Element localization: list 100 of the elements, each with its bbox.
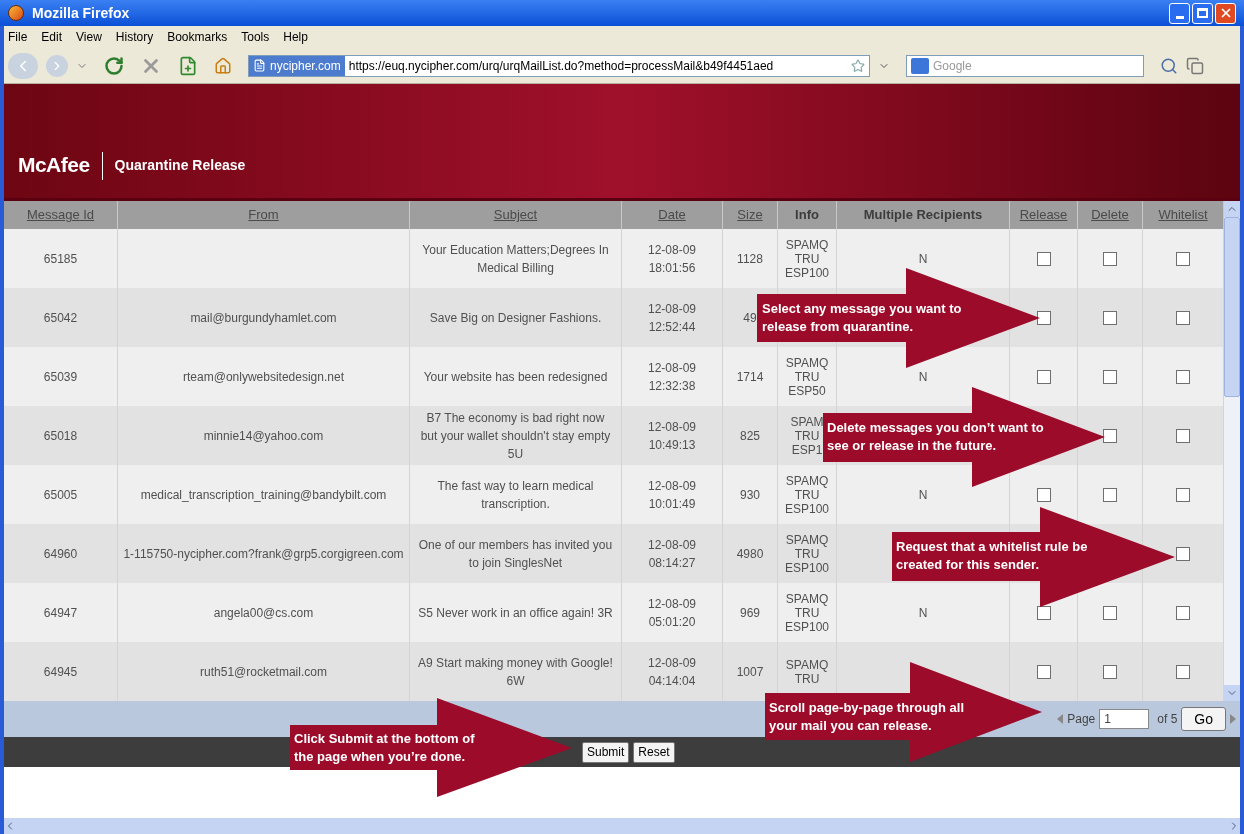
checkbox[interactable] xyxy=(1036,310,1051,325)
table-cell-text: medical_transcription_training@bandybilt.com xyxy=(140,486,387,504)
form-button[interactable]: Reset xyxy=(633,741,675,763)
search-icon[interactable] xyxy=(1160,56,1178,75)
table-cell-text: 10:49:13 xyxy=(648,436,696,454)
go-button[interactable]: Go xyxy=(1181,707,1226,731)
table-cell: SPAMQ xyxy=(785,591,829,606)
checkbox[interactable] xyxy=(1176,546,1190,561)
table-cell: TRU xyxy=(794,671,820,686)
checkbox[interactable] xyxy=(1176,310,1190,325)
scrollbar-thumb[interactable] xyxy=(1224,217,1240,397)
table-cell-text: rteam@onlywebsitedesign.net xyxy=(183,368,344,386)
table-cell-text: ruth51@rocketmail.com xyxy=(200,663,327,681)
checkbox[interactable] xyxy=(1103,664,1117,679)
table-cell: TRU xyxy=(794,428,820,443)
table-cell-text: 64947 xyxy=(43,604,78,622)
table-cell-text: 12-08-09 xyxy=(647,654,696,672)
page-count: of 5 xyxy=(1157,711,1178,728)
table-cell-text: Your Education Matters;Degrees In Medical Billing xyxy=(421,241,610,277)
home-icon[interactable] xyxy=(214,56,232,75)
menu-item[interactable]: Bookmarks xyxy=(167,28,228,46)
table-cell-text: 969 xyxy=(740,604,760,622)
checkbox[interactable] xyxy=(1103,310,1117,325)
checkbox[interactable] xyxy=(1176,428,1190,443)
checkbox[interactable] xyxy=(1103,251,1117,266)
checkbox[interactable] xyxy=(1036,664,1051,679)
table-cell-text: 65185 xyxy=(43,250,78,268)
table-cell-text: 05:01:20 xyxy=(648,613,696,631)
table-cell: ESP100 xyxy=(784,501,829,516)
checkbox[interactable] xyxy=(1176,369,1190,384)
table-cell-text: N xyxy=(918,368,928,386)
table-cell-text: 64945 xyxy=(43,663,78,681)
table-cell-text: 12:32:38 xyxy=(648,377,696,395)
table-cell-text: 65042 xyxy=(43,309,78,327)
checkbox[interactable] xyxy=(1103,487,1117,502)
checkbox[interactable] xyxy=(1176,251,1190,266)
table-cell-text: One of our members has invited you to join SinglesNet xyxy=(418,536,613,572)
minimize-button[interactable] xyxy=(1169,2,1190,24)
page-input[interactable]: 1 xyxy=(1099,709,1150,729)
menu-item[interactable]: Tools xyxy=(241,28,270,46)
table-cell-text: 12-08-09 xyxy=(647,359,696,377)
reload-icon[interactable] xyxy=(104,55,124,76)
menu-item[interactable]: Edit xyxy=(41,28,63,46)
browser-logo-icon xyxy=(8,5,24,21)
table-cell-text: 12-08-09 xyxy=(647,241,696,259)
callout-text: Request that a whitelist rule be created for this sender. xyxy=(896,538,1089,574)
table-cell-text: 12-08-09 xyxy=(647,477,696,495)
table-cell: TRU xyxy=(794,546,820,561)
table-cell-text: 12-08-09 xyxy=(647,418,696,436)
table-cell-text: 65039 xyxy=(43,368,78,386)
checkbox[interactable] xyxy=(1103,605,1117,620)
table-cell-text: The fast way to learn medical transcription. xyxy=(436,477,595,513)
table-cell-text: N xyxy=(918,250,928,268)
table-cell-text: 64960 xyxy=(43,545,78,563)
table-cell: SPAMQ xyxy=(785,473,829,488)
checkbox[interactable] xyxy=(1036,487,1051,502)
callout-text: Scroll page-by-page through all your mail you can release. xyxy=(769,699,966,735)
checkbox[interactable] xyxy=(1103,369,1117,384)
table-cell-text: 1-115750-nycipher.com?frank@grp5.corgigreen.com xyxy=(123,545,404,563)
window-title: Mozilla Firefox xyxy=(32,3,130,23)
site-identity-badge[interactable]: nycipher.com xyxy=(249,55,345,76)
checkbox[interactable] xyxy=(1036,251,1051,266)
menu-item[interactable]: File xyxy=(8,28,28,46)
new-page-icon[interactable] xyxy=(178,55,198,76)
table-cell-text: 930 xyxy=(740,486,760,504)
table-cell-text: 1128 xyxy=(737,250,763,268)
table-cell-text: 4980 xyxy=(736,545,764,563)
table-cell: TRU xyxy=(794,251,820,266)
close-button[interactable] xyxy=(1215,2,1236,24)
table-cell: TRU xyxy=(794,605,820,620)
table-cell-text: 65018 xyxy=(43,427,78,445)
checkbox[interactable] xyxy=(1176,605,1190,620)
table-cell: SPAM xyxy=(790,414,824,429)
table-cell-text: 18:01:56 xyxy=(648,259,696,277)
table-cell-text: B7 The economy is bad right now but your wallet shouldn't stay empty 5U xyxy=(419,409,612,463)
checkbox[interactable] xyxy=(1103,428,1117,443)
table-cell-text: Save Big on Designer Fashions. xyxy=(429,309,602,327)
menu-item[interactable]: View xyxy=(76,28,102,46)
menu-item[interactable]: History xyxy=(115,28,154,46)
table-cell-text: mail@burgundyhamlet.com xyxy=(190,309,337,327)
search-engine-icon[interactable] xyxy=(911,57,929,74)
brand-logo: McAfee xyxy=(18,151,90,178)
table-cell-text: N xyxy=(918,486,928,504)
table-cell: SPAMQ xyxy=(785,237,829,252)
vertical-scrollbar[interactable] xyxy=(1224,201,1240,701)
checkbox[interactable] xyxy=(1036,605,1051,620)
maximize-button[interactable] xyxy=(1192,2,1213,24)
checkbox[interactable] xyxy=(1036,369,1051,384)
menu-item[interactable]: Help xyxy=(283,28,308,46)
table-cell-text: 825 xyxy=(740,427,760,445)
windows-icon[interactable] xyxy=(1186,56,1204,75)
checkbox[interactable] xyxy=(1176,487,1190,502)
table-cell: SPAMQ xyxy=(785,657,829,672)
table-cell: ESP100 xyxy=(784,619,829,634)
callout-text: Click Submit at the bottom of the page when you’re done. xyxy=(294,730,476,766)
checkbox[interactable] xyxy=(1176,664,1190,679)
address-bar[interactable]: nycipher.com https://euq.nycipher.com/urq/urqMailList.do?method=processMail&b49f4451aed xyxy=(248,54,870,77)
bookmark-star-icon[interactable] xyxy=(851,58,865,73)
form-button[interactable]: Submit xyxy=(582,741,630,763)
table-cell-text: 65005 xyxy=(43,486,78,504)
